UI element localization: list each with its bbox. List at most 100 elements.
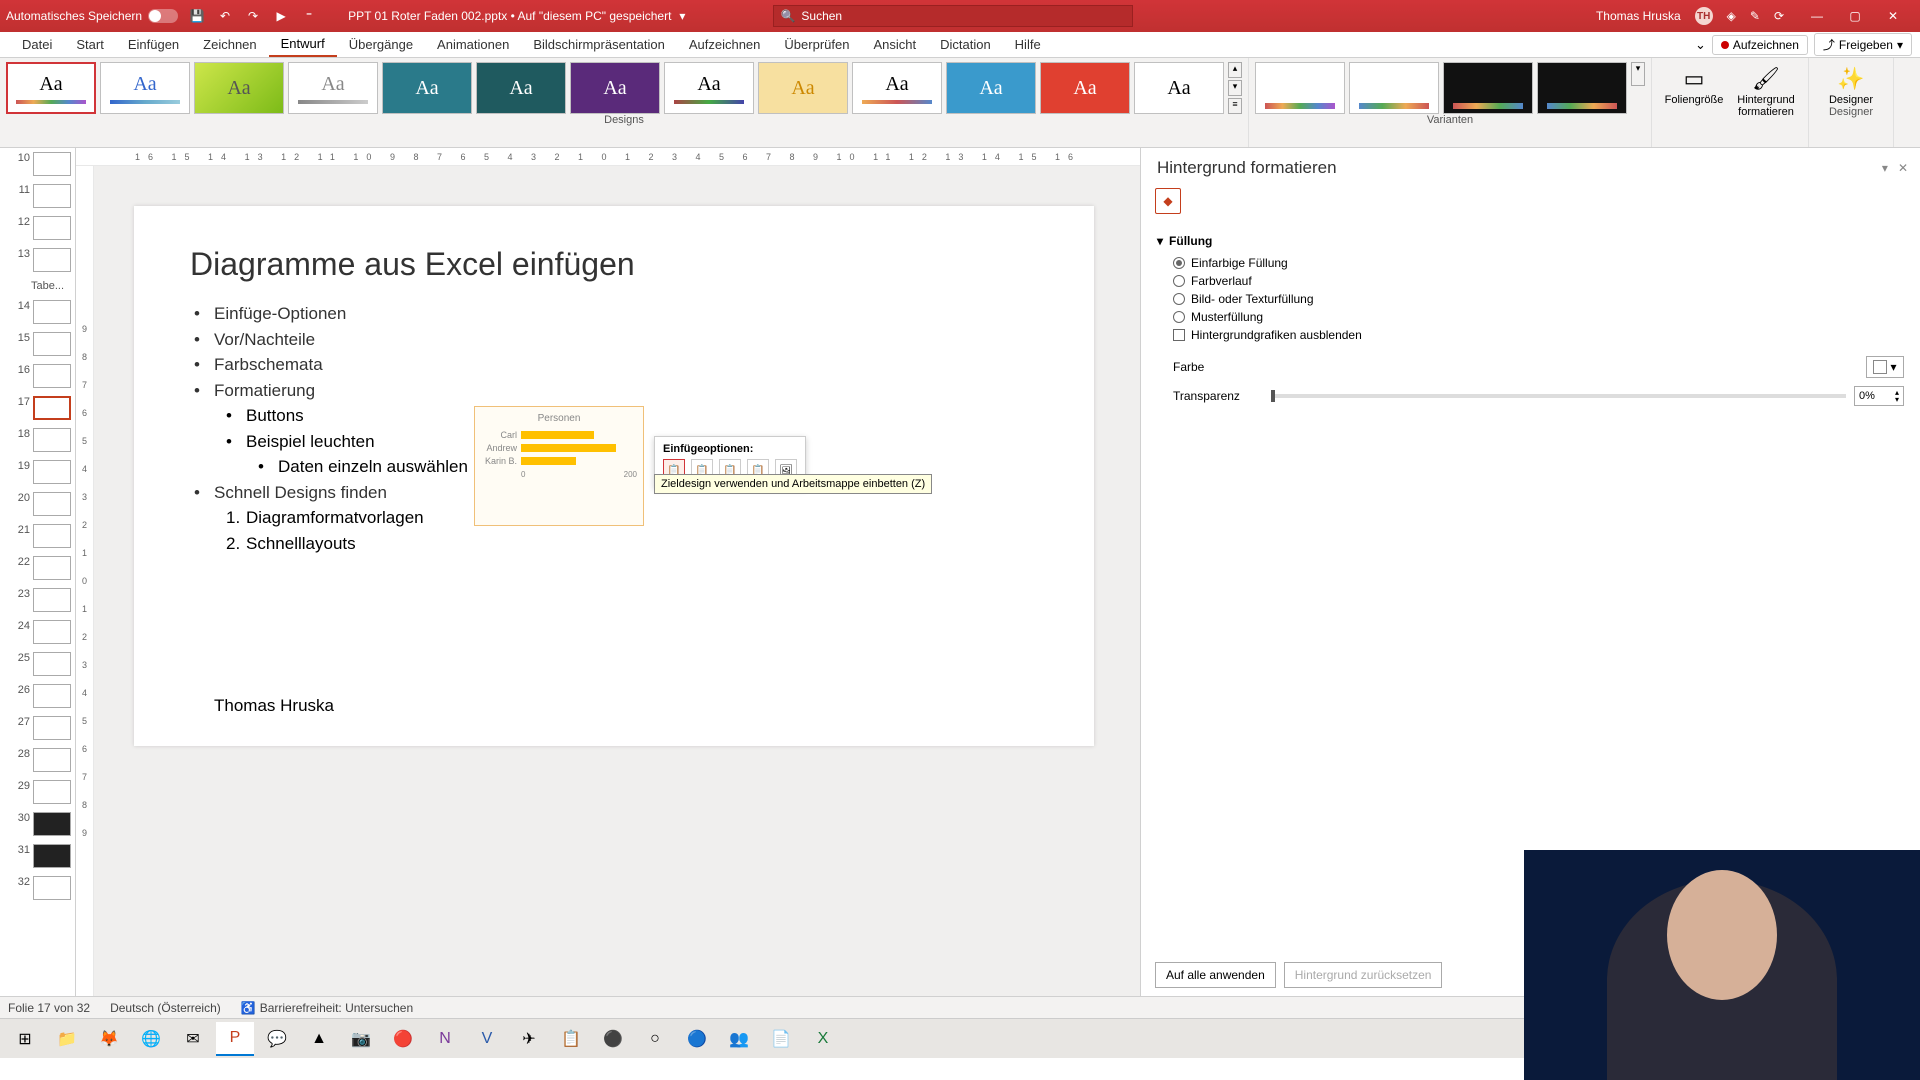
radio-pattern-fill[interactable]: Musterfüllung bbox=[1173, 310, 1904, 324]
language-status[interactable]: Deutsch (Österreich) bbox=[110, 1001, 221, 1015]
tab-einfuegen[interactable]: Einfügen bbox=[116, 32, 191, 57]
chrome-icon[interactable]: 🌐 bbox=[132, 1022, 170, 1056]
variant-gallery[interactable]: ▾ bbox=[1255, 62, 1645, 114]
thumbnail[interactable]: 16 bbox=[12, 362, 75, 394]
tab-uebergaenge[interactable]: Übergänge bbox=[337, 32, 425, 57]
theme-12[interactable]: Aa bbox=[1040, 62, 1130, 114]
tab-aufzeichnen[interactable]: Aufzeichnen bbox=[677, 32, 773, 57]
vlc-icon[interactable]: ▲ bbox=[300, 1022, 338, 1056]
visio-icon[interactable]: V bbox=[468, 1022, 506, 1056]
app-icon-1[interactable]: 💬 bbox=[258, 1022, 296, 1056]
tab-bildschirm[interactable]: Bildschirmpräsentation bbox=[521, 32, 677, 57]
theme-8[interactable]: Aa bbox=[664, 62, 754, 114]
thumbnail[interactable]: 17 bbox=[12, 394, 75, 426]
checkbox-hide-graphics[interactable]: Hintergrundgrafiken ausblenden bbox=[1173, 328, 1904, 342]
slide-title[interactable]: Diagramme aus Excel einfügen bbox=[190, 246, 1038, 283]
thumbnail[interactable]: 11 bbox=[12, 182, 75, 214]
user-name[interactable]: Thomas Hruska bbox=[1596, 9, 1681, 23]
thumbnail[interactable]: 19 bbox=[12, 458, 75, 490]
powerpoint-icon[interactable]: P bbox=[216, 1022, 254, 1056]
thumbnail[interactable]: 10 bbox=[12, 150, 75, 182]
presentation-mode-icon[interactable]: ▶ bbox=[272, 7, 290, 25]
tab-dictation[interactable]: Dictation bbox=[928, 32, 1003, 57]
user-avatar[interactable]: TH bbox=[1695, 7, 1713, 25]
maximize-button[interactable]: ▢ bbox=[1836, 4, 1874, 28]
obs-icon[interactable]: ⚫ bbox=[594, 1022, 632, 1056]
thumbnail[interactable]: 21 bbox=[12, 522, 75, 554]
collapse-ribbon-icon[interactable]: ⌄ bbox=[1695, 37, 1706, 53]
reset-background-button[interactable]: Hintergrund zurücksetzen bbox=[1284, 962, 1443, 988]
theme-3[interactable]: Aa bbox=[194, 62, 284, 114]
undo-icon[interactable]: ↶ bbox=[216, 7, 234, 25]
theme-13[interactable]: Aa bbox=[1134, 62, 1224, 114]
pen-icon[interactable]: ✎ bbox=[1750, 9, 1760, 23]
app-icon-7[interactable]: 📄 bbox=[762, 1022, 800, 1056]
record-button[interactable]: Aufzeichnen bbox=[1712, 35, 1808, 55]
thumbnail[interactable]: 13 bbox=[12, 246, 75, 278]
tab-datei[interactable]: Datei bbox=[10, 32, 64, 57]
sync-icon[interactable]: ⟳ bbox=[1774, 9, 1784, 23]
transparency-slider[interactable] bbox=[1271, 394, 1846, 398]
tab-animationen[interactable]: Animationen bbox=[425, 32, 521, 57]
firefox-icon[interactable]: 🦊 bbox=[90, 1022, 128, 1056]
outlook-icon[interactable]: ✉ bbox=[174, 1022, 212, 1056]
apply-all-button[interactable]: Auf alle anwenden bbox=[1155, 962, 1276, 988]
app-icon-5[interactable]: ○ bbox=[636, 1022, 674, 1056]
app-icon-6[interactable]: 🔵 bbox=[678, 1022, 716, 1056]
thumbnail[interactable]: 20 bbox=[12, 490, 75, 522]
tab-hilfe[interactable]: Hilfe bbox=[1003, 32, 1053, 57]
teams-icon[interactable]: 👥 bbox=[720, 1022, 758, 1056]
tab-zeichnen[interactable]: Zeichnen bbox=[191, 32, 268, 57]
variant-4[interactable] bbox=[1537, 62, 1627, 114]
excel-icon[interactable]: X bbox=[804, 1022, 842, 1056]
thumbnail[interactable]: 26 bbox=[12, 682, 75, 714]
minimize-button[interactable]: — bbox=[1798, 4, 1836, 28]
thumbnail[interactable]: 32 bbox=[12, 874, 75, 906]
fill-tab-icon[interactable]: ◆ bbox=[1155, 188, 1181, 214]
thumbnail[interactable]: 29 bbox=[12, 778, 75, 810]
radio-solid-fill[interactable]: Einfarbige Füllung bbox=[1173, 256, 1904, 270]
app-icon-3[interactable]: 🔴 bbox=[384, 1022, 422, 1056]
save-icon[interactable]: 💾 bbox=[188, 7, 206, 25]
thumbnail[interactable]: 24 bbox=[12, 618, 75, 650]
slide-canvas[interactable]: Diagramme aus Excel einfügen Einfüge-Opt… bbox=[134, 206, 1094, 746]
variant-1[interactable] bbox=[1255, 62, 1345, 114]
diamond-icon[interactable]: ◈ bbox=[1727, 9, 1736, 23]
theme-1[interactable]: Aa bbox=[6, 62, 96, 114]
accessibility-status[interactable]: ♿ Barrierefreiheit: Untersuchen bbox=[241, 1001, 413, 1015]
theme-gallery[interactable]: Aa Aa Aa Aa Aa Aa Aa Aa Aa Aa Aa Aa Aa ▴… bbox=[6, 62, 1242, 114]
color-picker-button[interactable]: ▾ bbox=[1866, 356, 1904, 378]
radio-picture-fill[interactable]: Bild- oder Texturfüllung bbox=[1173, 292, 1904, 306]
title-dropdown-icon[interactable]: ▾ bbox=[679, 9, 685, 23]
slide-size-button[interactable]: ▭Foliengröße bbox=[1658, 62, 1730, 147]
thumbnail[interactable]: 31 bbox=[12, 842, 75, 874]
transparency-value[interactable]: 0%▴▾ bbox=[1854, 386, 1904, 406]
close-button[interactable]: ✕ bbox=[1874, 4, 1912, 28]
slide-author[interactable]: Thomas Hruska bbox=[214, 696, 334, 716]
tab-ueberpruefen[interactable]: Überprüfen bbox=[772, 32, 861, 57]
slide-thumbnails[interactable]: 10111213Tabe...1415161718192021222324252… bbox=[0, 148, 76, 996]
format-background-button[interactable]: 🖌Hintergrund formatieren bbox=[1730, 62, 1802, 147]
variant-3[interactable] bbox=[1443, 62, 1533, 114]
thumbnail[interactable]: 15 bbox=[12, 330, 75, 362]
thumbnail[interactable]: Tabe... bbox=[31, 278, 75, 298]
start-button[interactable]: ⊞ bbox=[6, 1022, 44, 1056]
theme-10[interactable]: Aa bbox=[852, 62, 942, 114]
tab-start[interactable]: Start bbox=[64, 32, 115, 57]
thumbnail[interactable]: 30 bbox=[12, 810, 75, 842]
variant-more[interactable]: ▾ bbox=[1631, 62, 1645, 86]
pane-options-icon[interactable]: ▾ bbox=[1882, 161, 1888, 175]
tab-ansicht[interactable]: Ansicht bbox=[861, 32, 928, 57]
fill-section[interactable]: ▾Füllung bbox=[1157, 234, 1904, 248]
theme-scroll-down[interactable]: ▾ bbox=[1228, 80, 1242, 96]
theme-9[interactable]: Aa bbox=[758, 62, 848, 114]
thumbnail[interactable]: 18 bbox=[12, 426, 75, 458]
app-icon-2[interactable]: 📷 bbox=[342, 1022, 380, 1056]
chart-preview[interactable]: Personen CarlAndrewKarin B. 0200 bbox=[474, 406, 644, 526]
theme-scroll-up[interactable]: ▴ bbox=[1228, 62, 1242, 78]
theme-more[interactable]: ≡ bbox=[1228, 98, 1242, 114]
thumbnail[interactable]: 22 bbox=[12, 554, 75, 586]
theme-5[interactable]: Aa bbox=[382, 62, 472, 114]
theme-4[interactable]: Aa bbox=[288, 62, 378, 114]
pane-close-icon[interactable]: ✕ bbox=[1898, 161, 1908, 175]
